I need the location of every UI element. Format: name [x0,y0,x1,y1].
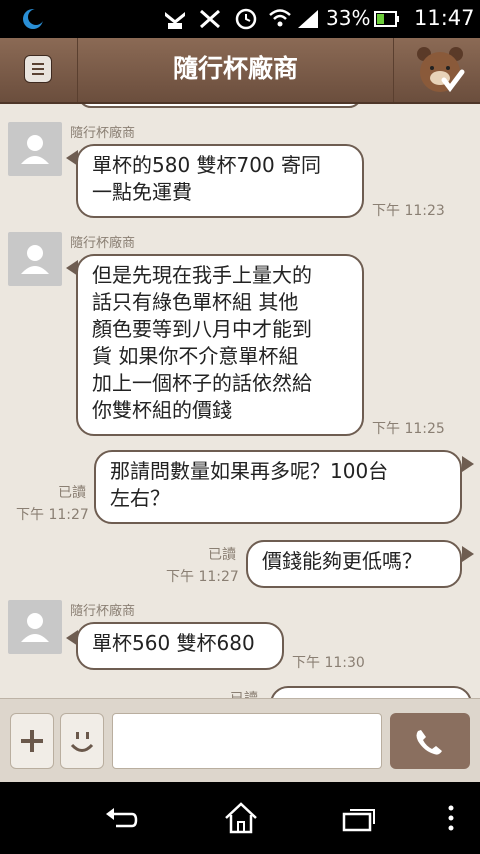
message-line: 你雙杯組的價錢 [92,398,232,422]
message-line: 貨 如果你不介意單杯組 [92,344,299,368]
system-nav-bar [0,782,480,854]
home-icon[interactable] [222,800,260,836]
sender-name: 隨行杯廠商 [70,236,136,251]
message-line: 價錢能夠更低嗎？ [262,549,422,573]
wifi-icon [269,9,291,27]
menu-icon[interactable] [24,55,52,83]
message-bubble[interactable]: 單杯560 雙杯680 [76,622,284,670]
message-bubble-outgoing[interactable]: 價錢能夠更低嗎？ [246,540,462,588]
sender-name: 隨行杯廠商 [70,604,136,619]
message-line: 但是先現在我手上量大的 [92,263,312,287]
battery-icon [374,11,399,27]
bear-sticker-icon[interactable] [410,44,470,96]
sim-icon [165,12,185,29]
message-line: 單杯的580 雙杯700 寄同 [92,153,322,177]
chat-header: 隨行杯廠商 [0,38,480,104]
app-notification-icon [23,9,44,29]
message-input[interactable] [112,713,382,769]
phone-icon[interactable] [390,713,470,769]
message-time: 下午 11:25 [372,421,445,437]
signal-icon [298,10,318,28]
message-bubble[interactable]: 但是先現在我手上量大的 話只有綠色單杯組 其他 顏色要等到八月中才能到 貨 如果… [76,254,364,436]
message-line: 話只有綠色單杯組 其他 [92,290,299,314]
read-receipt: 已讀 [58,485,86,501]
avatar[interactable] [8,600,62,654]
clock: 11:47 [414,6,475,30]
message-time: 下午 11:27 [16,507,89,523]
alarm-icon [235,8,257,30]
message-bubble[interactable]: 單杯的580 雙杯700 寄同 一點免運費 [76,144,364,218]
message-line: 顏色要等到八月中才能到 [92,317,312,341]
sender-name: 隨行杯廠商 [70,126,136,141]
message-line: 左右？ [110,486,170,510]
avatar[interactable] [8,122,62,176]
message-time: 下午 11:30 [292,655,365,671]
message-time: 下午 11:27 [166,569,239,585]
header-divider [393,38,394,102]
mute-icon [200,9,220,29]
chat-area[interactable]: 隨行杯廠商 單杯的580 雙杯700 寄同 一點免運費 下午 11:23 隨行杯… [0,104,480,698]
message-line: 單杯560 雙杯680 [92,631,255,655]
input-bar [0,698,480,783]
battery-percent: 33% [326,6,371,30]
recent-apps-icon[interactable] [340,800,380,836]
message-bubble-partial [78,104,362,108]
message-line: 那請問數量如果再多呢？100台 [110,459,389,483]
plus-icon[interactable] [10,713,54,769]
more-icon[interactable] [444,800,458,836]
avatar[interactable] [8,232,62,286]
emoji-icon[interactable] [60,713,104,769]
chat-title: 隨行杯廠商 [172,54,298,83]
back-icon[interactable] [102,800,140,836]
message-time: 下午 11:23 [372,203,445,219]
message-bubble-outgoing[interactable]: 那請問數量如果再多呢？100台 左右？ [94,450,462,524]
read-receipt: 已讀 [208,547,236,563]
message-bubble-outgoing-partial [270,686,472,698]
message-line: 加上一個杯子的話依然給 [92,371,312,395]
message-line: 一點免運費 [92,180,192,204]
status-bar: 33% 11:47 [0,0,480,38]
read-receipt: 已讀 [230,688,258,698]
